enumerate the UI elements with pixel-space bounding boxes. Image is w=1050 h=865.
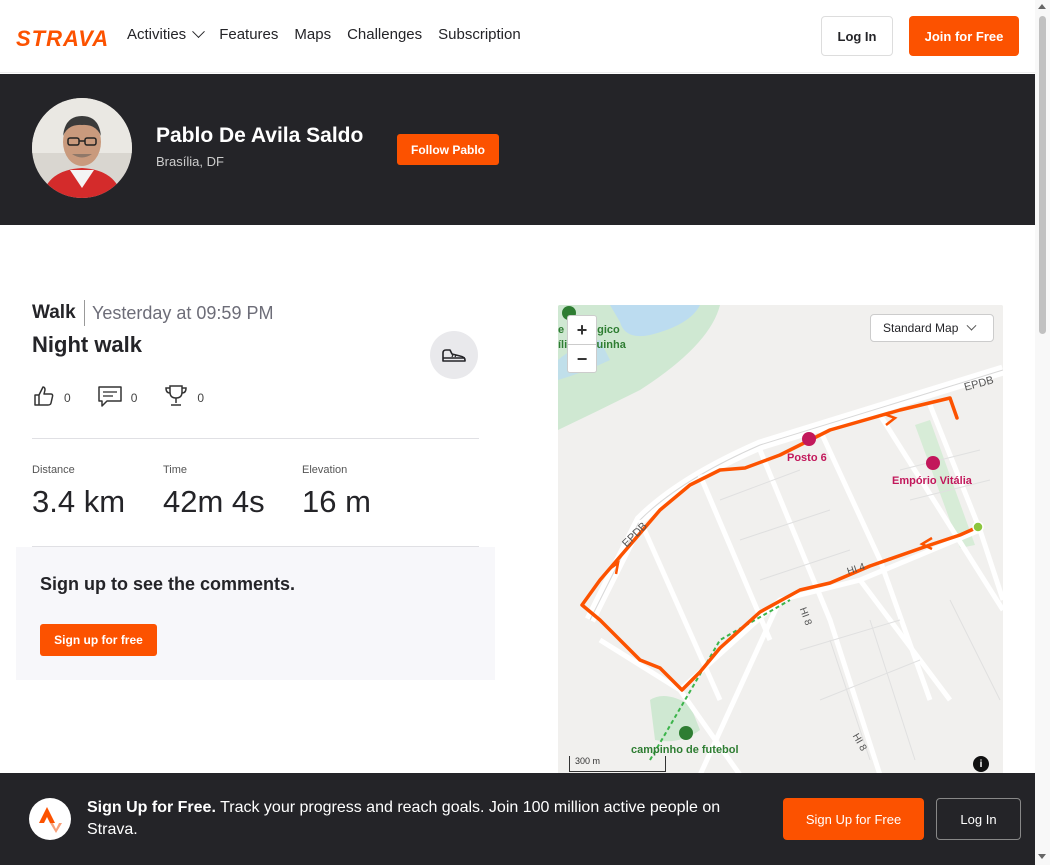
nav-activities-label: Activities (127, 26, 187, 43)
login-button[interactable]: Log In (821, 16, 893, 56)
page: STRAVA Activities Features Maps Challeng… (0, 0, 1050, 865)
scroll-down-icon[interactable] (1038, 854, 1046, 859)
strava-icon (29, 798, 71, 840)
activity-type: Walk (32, 302, 76, 323)
athlete-location: Brasília, DF (156, 154, 224, 169)
nav-links: Activities Features Maps Challenges Subs… (127, 25, 521, 43)
scrollbar-thumb[interactable] (1039, 16, 1046, 334)
cta-signup-button[interactable]: Sign Up for Free (783, 798, 924, 840)
chevron-down-icon (966, 320, 977, 331)
walk-shoe-icon (430, 331, 478, 379)
zoom-in-button[interactable]: + (568, 316, 596, 344)
map-style-select[interactable]: Standard Map (870, 314, 994, 342)
achievements-button[interactable]: 0 (163, 384, 204, 411)
cta-bold: Sign Up for Free. (87, 799, 216, 816)
kudos-count: 0 (64, 390, 71, 405)
achievements-count: 0 (197, 390, 205, 405)
stat-label: Elevation (302, 464, 348, 476)
map-scale: 300 m (569, 756, 666, 772)
nav-features[interactable]: Features (219, 26, 278, 43)
avatar[interactable] (32, 98, 132, 198)
info-icon[interactable]: i (973, 756, 989, 772)
zoom-out-button[interactable]: − (568, 345, 596, 373)
comments-button[interactable]: 0 (97, 384, 138, 411)
nav-subscription[interactable]: Subscription (438, 26, 521, 43)
stat-value: 16 m (302, 484, 371, 519)
follow-button[interactable]: Follow Pablo (397, 134, 499, 165)
map-label: Empório Vitália (892, 475, 972, 487)
map-label: campinho de futebol (631, 744, 739, 756)
kudos-button[interactable]: 0 (32, 384, 71, 411)
stat-label: Time (163, 464, 188, 476)
stat-time: Time 42m 4s (163, 464, 265, 520)
join-button[interactable]: Join for Free (909, 16, 1019, 56)
chevron-down-icon (192, 25, 206, 39)
map-label: Posto 6 (787, 452, 827, 464)
comments-signup-panel: Sign up to see the comments. Sign up for… (16, 547, 495, 680)
stat-label: Distance (32, 464, 75, 476)
stat-value: 3.4 km (32, 484, 126, 519)
signup-for-free-button[interactable]: Sign up for free (40, 624, 157, 656)
trophy-icon (163, 384, 189, 411)
activity-map[interactable]: Posto 6 Empório Vitália campinho de fute… (558, 305, 1003, 775)
map-zoom-controls: + − (567, 315, 597, 373)
comment-icon (97, 384, 123, 411)
signup-cta-bar: Sign Up for Free. Track your progress an… (0, 773, 1035, 865)
comments-heading: Sign up to see the comments. (40, 574, 296, 594)
stat-distance: Distance 3.4 km (32, 464, 125, 520)
map-style-label: Standard Map (883, 321, 959, 335)
top-navigation: STRAVA Activities Features Maps Challeng… (0, 0, 1035, 73)
stat-elevation: Elevation 16 m (302, 464, 371, 520)
stat-value: 42m 4s (163, 484, 265, 519)
comments-count: 0 (130, 390, 138, 405)
scroll-up-icon[interactable] (1038, 4, 1046, 9)
cta-login-button[interactable]: Log In (936, 798, 1021, 840)
nav-challenges[interactable]: Challenges (347, 26, 422, 43)
activity-date: Yesterday at 09:59 PM (92, 303, 274, 323)
athlete-name[interactable]: Pablo De Avila Saldo (156, 124, 363, 148)
cta-message: Sign Up for Free. Track your progress an… (87, 797, 767, 841)
activity-title: Night walk (32, 332, 143, 357)
nav-maps[interactable]: Maps (294, 26, 331, 43)
athlete-banner: Pablo De Avila Saldo Brasília, DF Follow… (0, 74, 1035, 225)
scrollbar[interactable] (1035, 0, 1050, 865)
strava-logo[interactable]: STRAVA (16, 26, 109, 52)
divider (32, 438, 479, 439)
nav-activities[interactable]: Activities (127, 25, 206, 43)
thumbs-up-icon (32, 384, 56, 411)
divider (84, 300, 85, 326)
social-actions: 0 0 0 (32, 384, 230, 411)
